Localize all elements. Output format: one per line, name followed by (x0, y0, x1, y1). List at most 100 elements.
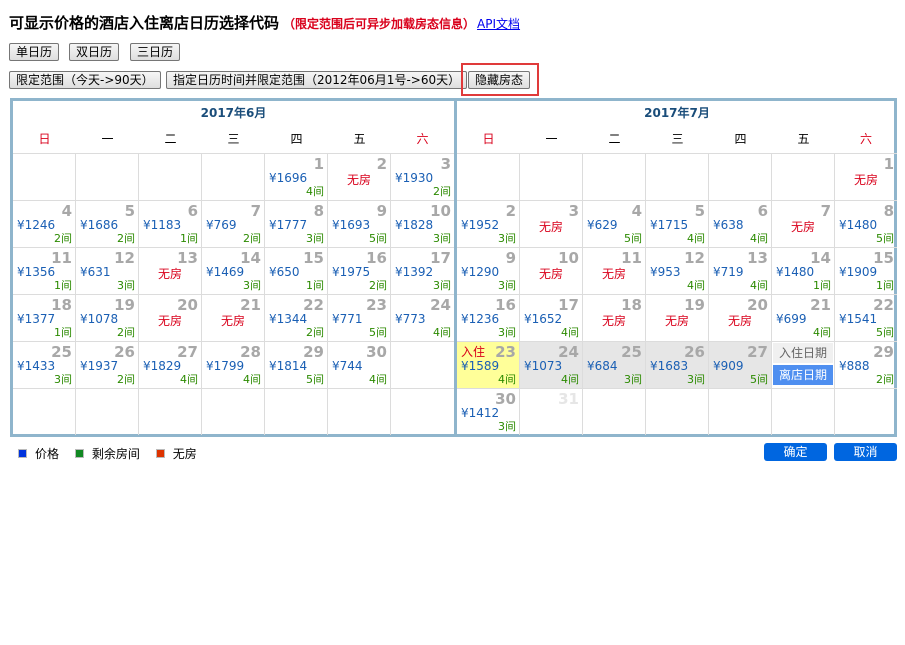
day-cell[interactable]: 5 ¥1715 4间 (646, 200, 709, 247)
cancel-button[interactable]: 取消 (834, 443, 897, 461)
rooms-left: 3间 (498, 326, 516, 339)
day-cell[interactable]: 1 ¥1696 4间 (265, 153, 328, 200)
day-cell[interactable]: 11 ¥1356 1间 (13, 247, 76, 294)
day-cell[interactable]: 24 ¥773 4间 (391, 294, 454, 341)
day-cell[interactable]: 19 ¥1078 2间 (76, 294, 139, 341)
day-cell[interactable]: 16 ¥1975 2间 (328, 247, 391, 294)
day-cell[interactable]: 8 ¥1480 5间 (835, 200, 897, 247)
day-cell[interactable]: 21 ¥699 4间 (772, 294, 835, 341)
confirm-button[interactable]: 确定 (764, 443, 827, 461)
day-cell[interactable]: 9 ¥1693 5间 (328, 200, 391, 247)
day-cell[interactable]: 5 ¥1686 2间 (76, 200, 139, 247)
day-cell[interactable]: 13 无房 (139, 247, 202, 294)
day-number: 9 (376, 202, 387, 220)
empty-cell (772, 153, 835, 200)
api-doc-link[interactable]: API文档 (477, 17, 520, 31)
day-number: 24 (430, 296, 451, 314)
day-cell[interactable]: 25 ¥684 3间 (583, 341, 646, 388)
day-cell[interactable]: 1 无房 (835, 153, 897, 200)
rooms-left: 3间 (433, 232, 451, 245)
day-cell[interactable]: 28入住日期离店日期 (772, 341, 835, 388)
day-cell[interactable]: 14 ¥1469 3间 (202, 247, 265, 294)
day-cell[interactable]: 20 无房 (709, 294, 772, 341)
day-cell[interactable]: 11 无房 (583, 247, 646, 294)
day-cell[interactable]: 21 无房 (202, 294, 265, 341)
no-room-label: 无房 (601, 314, 626, 328)
day-cell[interactable]: 18 ¥1377 1间 (13, 294, 76, 341)
day-price: ¥888 (839, 359, 870, 373)
day-cell[interactable]: 16 ¥1236 3间 (457, 294, 520, 341)
weekday-header: 四 (290, 132, 303, 146)
double-calendar-button[interactable]: 双日历 (69, 43, 120, 61)
empty-cell (139, 388, 202, 435)
day-cell[interactable]: 15 ¥1909 1间 (835, 247, 897, 294)
day-cell[interactable]: 13 ¥719 4间 (709, 247, 772, 294)
day-cell[interactable]: 25 ¥1433 3间 (13, 341, 76, 388)
day-cell[interactable]: 29 ¥1814 5间 (265, 341, 328, 388)
rooms-left: 1间 (180, 232, 198, 245)
single-calendar-button[interactable]: 单日历 (9, 43, 60, 61)
day-cell[interactable]: 4 ¥629 5间 (583, 200, 646, 247)
weekday-header: 一 (545, 132, 558, 146)
limit-range-button[interactable]: 限定范围（今天->90天） (9, 71, 161, 89)
day-cell[interactable]: 29 ¥888 2间 (835, 341, 897, 388)
day-price: ¥638 (713, 218, 744, 232)
hide-room-status-button[interactable]: 隐藏房态 (468, 71, 531, 89)
rooms-left: 5间 (306, 373, 324, 386)
day-cell[interactable]: 30 ¥1412 3间 (457, 388, 520, 435)
specified-range-button[interactable]: 指定日历时间并限定范围（2012年06月1号->60天） (166, 71, 468, 89)
day-cell[interactable]: 27 ¥909 5间 (709, 341, 772, 388)
day-cell[interactable]: 28 ¥1799 4间 (202, 341, 265, 388)
day-cell[interactable]: 19 无房 (646, 294, 709, 341)
day-cell[interactable]: 9 ¥1290 3间 (457, 247, 520, 294)
day-price: ¥631 (80, 265, 111, 279)
day-cell[interactable]: 22 ¥1344 2间 (265, 294, 328, 341)
day-cell[interactable]: 2 无房 (328, 153, 391, 200)
no-room-label: 无房 (220, 314, 245, 328)
day-cell[interactable]: 2 ¥1952 3间 (457, 200, 520, 247)
empty-cell (76, 388, 139, 435)
day-cell[interactable]: 7 ¥769 2间 (202, 200, 265, 247)
legend-price: 价格 (18, 447, 59, 461)
empty-cell (76, 153, 139, 200)
day-cell[interactable]: 3 ¥1930 2间 (391, 153, 454, 200)
empty-cell (391, 388, 454, 435)
day-price: ¥953 (650, 265, 681, 279)
empty-cell (139, 153, 202, 200)
day-price: ¥1715 (650, 218, 689, 232)
day-cell[interactable]: 8 ¥1777 3间 (265, 200, 328, 247)
triple-calendar-button[interactable]: 三日历 (130, 43, 181, 61)
day-cell[interactable]: 6 ¥1183 1间 (139, 200, 202, 247)
day-cell[interactable]: 30 ¥744 4间 (328, 341, 391, 388)
day-cell[interactable]: 23 入住 ¥1589 4间 (457, 341, 520, 388)
day-cell[interactable]: 26 ¥1937 2间 (76, 341, 139, 388)
day-cell[interactable]: 20 无房 (139, 294, 202, 341)
day-cell[interactable]: 17 ¥1652 4间 (520, 294, 583, 341)
day-cell[interactable]: 23 ¥771 5间 (328, 294, 391, 341)
rooms-left: 1间 (306, 279, 324, 292)
day-cell[interactable]: 10 ¥1828 3间 (391, 200, 454, 247)
day-cell[interactable]: 15 ¥650 1间 (265, 247, 328, 294)
day-cell[interactable]: 12 ¥631 3间 (76, 247, 139, 294)
day-cell[interactable]: 10 无房 (520, 247, 583, 294)
rooms-left: 4间 (180, 373, 198, 386)
day-cell[interactable]: 24 ¥1073 4间 (520, 341, 583, 388)
day-cell[interactable]: 4 ¥1246 2间 (13, 200, 76, 247)
day-cell[interactable]: 27 ¥1829 4间 (139, 341, 202, 388)
day-cell[interactable]: 17 ¥1392 3间 (391, 247, 454, 294)
day-cell[interactable]: 26 ¥1683 3间 (646, 341, 709, 388)
rooms-left: 4间 (561, 373, 579, 386)
rooms-left: 3间 (306, 232, 324, 245)
day-cell[interactable]: 18 无房 (583, 294, 646, 341)
day-cell[interactable]: 22 ¥1541 5间 (835, 294, 897, 341)
no-room-label: 无房 (853, 173, 878, 187)
day-cell[interactable]: 6 ¥638 4间 (709, 200, 772, 247)
day-cell[interactable]: 14 ¥1480 1间 (772, 247, 835, 294)
day-cell[interactable]: 7 无房 (772, 200, 835, 247)
day-number: 8 (313, 202, 324, 220)
day-price: ¥1469 (206, 265, 245, 279)
empty-cell (835, 388, 897, 435)
day-cell[interactable]: 12 ¥953 4间 (646, 247, 709, 294)
day-cell[interactable]: 3 无房 (520, 200, 583, 247)
legend: 价格 剩余房间 无房 (18, 445, 209, 462)
